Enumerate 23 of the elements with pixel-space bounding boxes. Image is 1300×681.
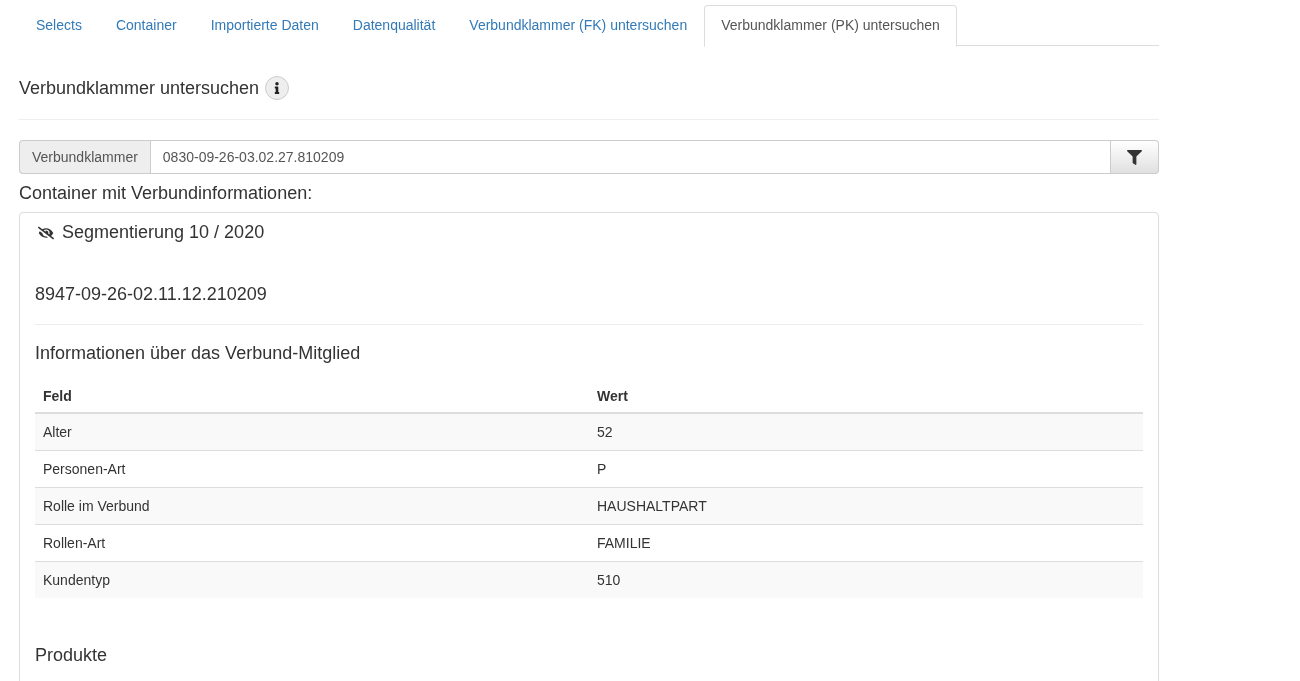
table-cell: Rolle im Verbund <box>35 487 589 525</box>
info-icon[interactable] <box>265 76 290 100</box>
table-cell: HAUSHALTPART <box>589 487 1143 525</box>
table-cell: Kundentyp <box>35 561 589 598</box>
section-heading: Verbundklammer untersuchen <box>19 77 260 99</box>
table-cell: 510 <box>589 561 1143 598</box>
section-label: Container mit Verbundinformationen: <box>19 183 314 204</box>
table-cell: Personen-Art <box>35 450 589 488</box>
filter-icon <box>1127 149 1142 165</box>
tab[interactable]: Verbundklammer (PK) untersuchen <box>704 5 957 47</box>
subheading: Produkte <box>35 645 109 666</box>
input-field[interactable]: 0830-09-26-03.02.27.810209 <box>149 140 1111 174</box>
filter-button[interactable] <box>1111 140 1159 174</box>
table-cell: Rollen-Art <box>35 524 589 562</box>
eye-slash-icon[interactable] <box>38 224 54 241</box>
member-id: 8947-09-26-02.11.12.210209 <box>35 284 268 305</box>
table-cell: Alter <box>35 413 589 451</box>
table-cell: FAMILIE <box>589 524 1143 562</box>
panel-title: Segmentierung 10 / 2020 <box>62 222 265 243</box>
input-addon-label: Verbundklammer <box>19 140 150 174</box>
subheading: Informationen über das Verbund-Mitglied <box>35 343 362 364</box>
table-cell: 52 <box>589 413 1143 451</box>
table-cell: P <box>589 450 1143 488</box>
